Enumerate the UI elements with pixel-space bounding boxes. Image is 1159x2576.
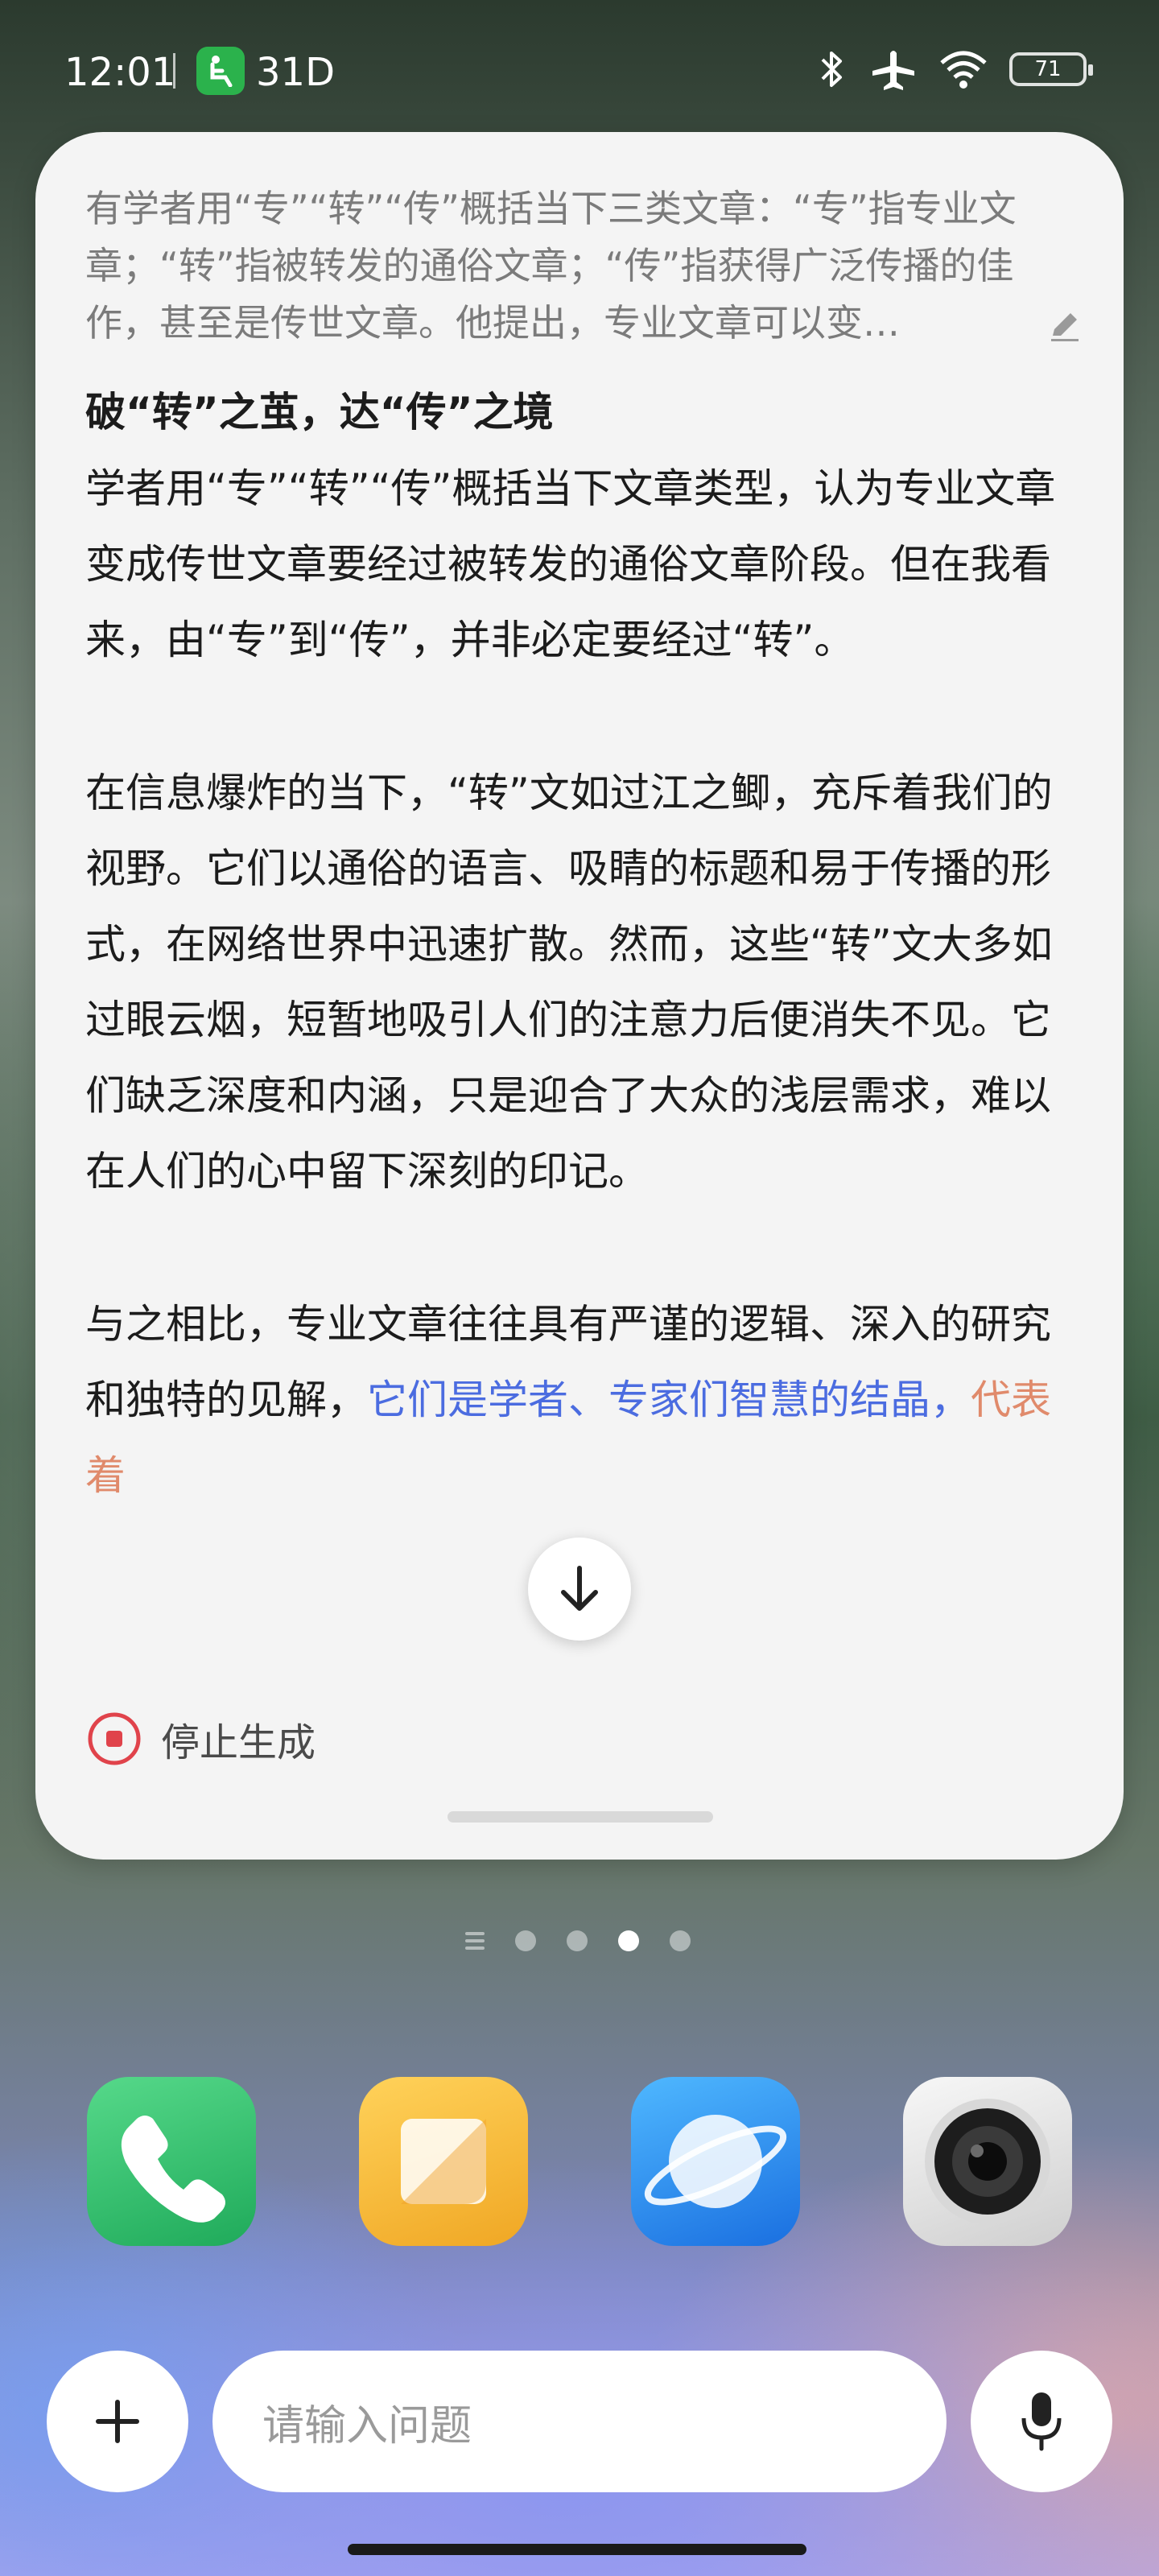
answer-body: 破“转”之茧，达“传”之境 学者用“专”“转”“传”概括当下文章类型，认为专业文… (85, 374, 1083, 1591)
answer-paragraph-streaming: 与之相比，专业文章往往具有严谨的逻辑、深入的研究和独特的见解，它们是学者、专家们… (85, 1286, 1083, 1513)
status-badge-text: 31D (256, 50, 336, 95)
input-placeholder: 请输入问题 (262, 2401, 472, 2450)
scroll-down-button[interactable] (528, 1538, 631, 1641)
stop-label: 停止生成 (161, 1720, 316, 1765)
clock: 12:01 (64, 50, 176, 95)
answer-paragraph: 在信息爆炸的当下，“转”文如过江之鲫，充斥着我们的视野。它们以通俗的语言、吸睛的… (85, 770, 1053, 1195)
card-drag-handle[interactable] (448, 1811, 713, 1823)
status-divider (173, 53, 175, 89)
page-dot[interactable] (567, 1930, 588, 1951)
bluetooth-icon (821, 52, 842, 87)
p3-highlight: 它们是学者、专家们智慧的结晶， (367, 1377, 971, 1423)
prompt-text: 有学者用“专”“转”“传”概括当下三类文章：“专”指专业文章；“转”指被转发的通… (85, 187, 1017, 345)
add-button[interactable] (47, 2351, 188, 2492)
status-bar: 12:01 31D 71 (0, 0, 1159, 145)
stop-generating-button[interactable]: 停止生成 (85, 1710, 316, 1768)
notes-app-icon[interactable] (359, 2077, 528, 2246)
battery-icon: 71 (1009, 52, 1093, 86)
status-icons: 71 (816, 47, 1093, 92)
question-input[interactable]: 请输入问题 (212, 2351, 947, 2492)
battery-level: 71 (1034, 57, 1062, 81)
camera-app-icon[interactable] (903, 2077, 1072, 2246)
wifi-icon (940, 51, 987, 89)
microphone-icon (1021, 2392, 1062, 2451)
page-dot[interactable] (515, 1930, 536, 1951)
home-indicator[interactable] (348, 2544, 806, 2555)
stop-icon (88, 1712, 141, 1765)
user-prompt[interactable]: 有学者用“专”“转”“传”概括当下三类文章：“专”指专业文章；“转”指被转发的通… (85, 180, 1083, 352)
seat-app-icon (196, 47, 245, 95)
airplane-icon (872, 51, 914, 90)
answer-paragraph: 学者用“专”“转”“传”概括当下文章类型，认为专业文章变成传世文章要经过被转发的… (85, 465, 1056, 663)
arrow-down-icon (561, 1566, 598, 1611)
phone-app-icon[interactable] (87, 2077, 256, 2246)
voice-input-button[interactable] (971, 2351, 1112, 2492)
edit-icon[interactable] (1046, 307, 1083, 344)
plus-icon (96, 2400, 139, 2443)
page-dot-active[interactable] (618, 1930, 639, 1951)
page-indicator (465, 1930, 691, 1951)
browser-app-icon[interactable] (631, 2077, 800, 2246)
assistant-card: 有学者用“专”“转”“传”概括当下三类文章：“专”指专业文章；“转”指被转发的通… (35, 132, 1124, 1860)
page-dot[interactable] (670, 1930, 691, 1951)
answer-title: 破“转”之茧，达“传”之境 (85, 389, 554, 436)
list-page-icon[interactable] (465, 1932, 485, 1950)
